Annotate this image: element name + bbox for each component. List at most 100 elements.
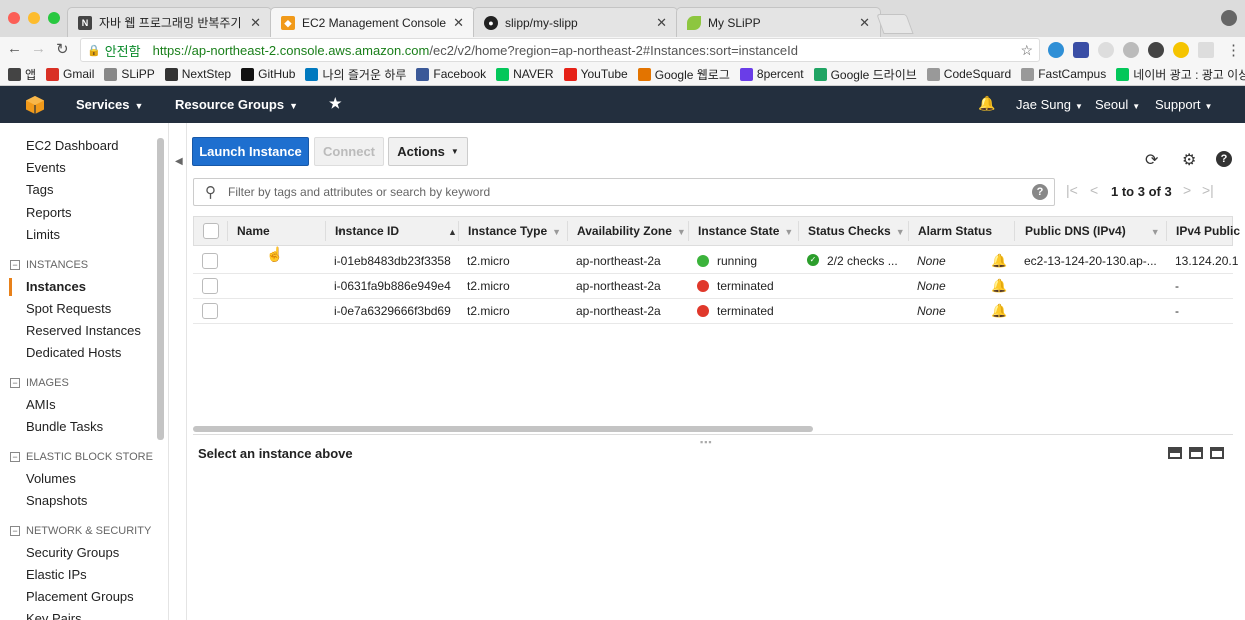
address-bar[interactable]: 🔒 안전함 https://ap-northeast-2.console.aws… <box>80 38 1040 62</box>
extension-icon[interactable] <box>1173 42 1189 58</box>
sidebar-scrollbar[interactable] <box>157 138 164 440</box>
actions-button[interactable]: Actions ▼ <box>388 137 468 166</box>
reload-icon[interactable]: ↻ <box>56 40 69 58</box>
bookmark-item[interactable]: 네이버 광고 : 광고 이상... <box>1116 66 1245 83</box>
bookmark-item[interactable]: Gmail <box>46 67 94 81</box>
alarm-bell-icon[interactable]: 🔔 <box>991 253 1007 269</box>
sidebar-item-key-pairs[interactable]: Key Pairs <box>26 611 82 620</box>
layout-full-icon[interactable] <box>1210 447 1224 459</box>
browser-tab-active[interactable]: ◆ EC2 Management Console ✕ <box>270 7 475 38</box>
prev-page-icon[interactable]: < <box>1090 182 1098 198</box>
bookmark-item[interactable]: GitHub <box>241 67 295 81</box>
sidebar-section-images[interactable]: − IMAGES <box>10 377 69 389</box>
aws-cube-icon[interactable] <box>25 95 45 115</box>
extension-icon[interactable] <box>1148 42 1164 58</box>
column-header-ipv4-public[interactable]: IPv4 Public <box>1176 224 1240 238</box>
services-menu[interactable]: Services ▼ <box>76 97 143 112</box>
sidebar-section-network[interactable]: − NETWORK & SECURITY <box>10 525 151 537</box>
sidebar-item-reserved-instances[interactable]: Reserved Instances <box>26 323 141 338</box>
refresh-icon[interactable]: ⟳ <box>1145 150 1158 170</box>
resource-groups-menu[interactable]: Resource Groups ▼ <box>175 97 298 112</box>
new-tab-button[interactable] <box>876 14 914 34</box>
alarm-bell-icon[interactable]: 🔔 <box>991 303 1007 319</box>
bookmark-item[interactable]: Google 웹로그 <box>637 66 730 83</box>
column-header-instance-id[interactable]: Instance ID ▲ <box>335 224 457 238</box>
extension-icon[interactable] <box>1123 42 1139 58</box>
sidebar-item-security-groups[interactable]: Security Groups <box>26 545 119 560</box>
bookmark-item[interactable]: CodeSquard <box>926 67 1011 81</box>
connect-button[interactable]: Connect <box>314 137 384 166</box>
column-header-status-checks[interactable]: Status Checks ▼ <box>808 224 905 238</box>
extension-icon[interactable] <box>1048 42 1064 58</box>
close-tab-icon[interactable]: ✕ <box>859 15 870 31</box>
bookmark-item[interactable]: FastCampus <box>1021 67 1106 81</box>
search-input[interactable]: ⚲ Filter by tags and attributes or searc… <box>193 178 1055 206</box>
browser-tab[interactable]: ● slipp/my-slipp ✕ <box>473 7 678 37</box>
sidebar-item-instances[interactable]: Instances <box>26 279 86 294</box>
first-page-icon[interactable]: |< <box>1066 182 1078 198</box>
minimize-window-button[interactable] <box>28 12 40 24</box>
layout-split-icon[interactable] <box>1189 447 1203 459</box>
pane-splitter[interactable] <box>193 434 1233 435</box>
support-menu[interactable]: Support ▼ <box>1155 97 1212 112</box>
select-all-checkbox[interactable] <box>203 223 219 239</box>
row-checkbox[interactable] <box>202 303 218 319</box>
sidebar-item-placement-groups[interactable]: Placement Groups <box>26 589 134 604</box>
sidebar-section-instances[interactable]: − INSTANCES <box>10 259 88 271</box>
table-row[interactable]: i-0631fa9b886e949e4 t2.micro ap-northeast-… <box>193 274 1233 299</box>
user-menu[interactable]: Jae Sung ▼ <box>1016 97 1083 112</box>
sidebar-item-volumes[interactable]: Volumes <box>26 471 76 486</box>
bookmark-item[interactable]: NextStep <box>164 67 231 81</box>
sidebar-item-tags[interactable]: Tags <box>26 182 53 197</box>
extension-icon[interactable] <box>1073 42 1089 58</box>
next-page-icon[interactable]: > <box>1183 182 1191 198</box>
sidebar-item-amis[interactable]: AMIs <box>26 397 56 412</box>
sidebar-item-limits[interactable]: Limits <box>26 227 60 242</box>
alarm-bell-icon[interactable]: 🔔 <box>991 278 1007 294</box>
collapse-sidebar-icon[interactable]: ◀ <box>175 156 183 167</box>
extension-icon[interactable] <box>1198 42 1214 58</box>
browser-tab[interactable]: N 자바 웹 프로그래밍 반복주기 ✕ <box>67 7 272 37</box>
sidebar-item-dedicated-hosts[interactable]: Dedicated Hosts <box>26 345 121 360</box>
close-tab-icon[interactable]: ✕ <box>250 15 261 31</box>
close-tab-icon[interactable]: ✕ <box>453 15 464 31</box>
column-header-public-dns[interactable]: Public DNS (IPv4) ▼ <box>1025 224 1160 238</box>
bookmark-star-icon[interactable]: ☆ <box>1020 42 1033 59</box>
maximize-window-button[interactable] <box>48 12 60 24</box>
pin-icon[interactable]: ★ <box>329 95 342 112</box>
profile-icon[interactable] <box>1221 10 1237 26</box>
gear-icon[interactable]: ⚙ <box>1182 150 1196 170</box>
bookmark-item[interactable]: YouTube <box>563 67 628 81</box>
column-header-name[interactable]: Name ▼ <box>237 224 345 238</box>
sidebar-item-events[interactable]: Events <box>26 160 66 175</box>
bookmark-item[interactable]: NAVER <box>496 67 554 81</box>
bookmark-item[interactable]: 8percent <box>739 67 804 81</box>
table-row[interactable]: i-0e7a6329666f3bd69 t2.micro ap-northeast-… <box>193 299 1233 324</box>
extension-icon[interactable] <box>1098 42 1114 58</box>
search-help-icon[interactable]: ? <box>1032 184 1048 200</box>
column-header-instance-state[interactable]: Instance State ▼ <box>698 224 793 238</box>
drag-handle-icon[interactable]: ▪▪▪ <box>700 437 713 447</box>
close-window-button[interactable] <box>8 12 20 24</box>
more-menu-icon[interactable]: ⋮ <box>1226 41 1241 59</box>
sidebar-section-ebs[interactable]: − ELASTIC BLOCK STORE <box>10 451 153 463</box>
bookmark-item[interactable]: SLiPP <box>104 67 155 81</box>
region-menu[interactable]: Seoul ▼ <box>1095 97 1140 112</box>
layout-bottom-icon[interactable] <box>1168 447 1182 459</box>
sidebar-item-reports[interactable]: Reports <box>26 205 72 220</box>
bookmark-item[interactable]: 앱 <box>8 66 36 83</box>
last-page-icon[interactable]: >| <box>1202 182 1214 198</box>
sidebar-item-elastic-ips[interactable]: Elastic IPs <box>26 567 87 582</box>
back-arrow-icon[interactable]: ← <box>7 40 22 57</box>
sidebar-item-snapshots[interactable]: Snapshots <box>26 493 87 508</box>
column-header-instance-type[interactable]: Instance Type ▼ <box>468 224 561 238</box>
column-header-availability-zone[interactable]: Availability Zone ▼ <box>577 224 686 238</box>
help-icon[interactable]: ? <box>1216 151 1232 167</box>
column-header-alarm-status[interactable]: Alarm Status <box>918 224 992 238</box>
bookmark-item[interactable]: Facebook <box>416 67 486 81</box>
browser-tab[interactable]: My SLiPP ✕ <box>676 7 881 37</box>
notifications-bell-icon[interactable]: 🔔 <box>978 95 995 112</box>
sidebar-divider[interactable] <box>168 123 187 620</box>
row-checkbox[interactable] <box>202 253 218 269</box>
sidebar-item-ec2-dashboard[interactable]: EC2 Dashboard <box>26 138 119 153</box>
